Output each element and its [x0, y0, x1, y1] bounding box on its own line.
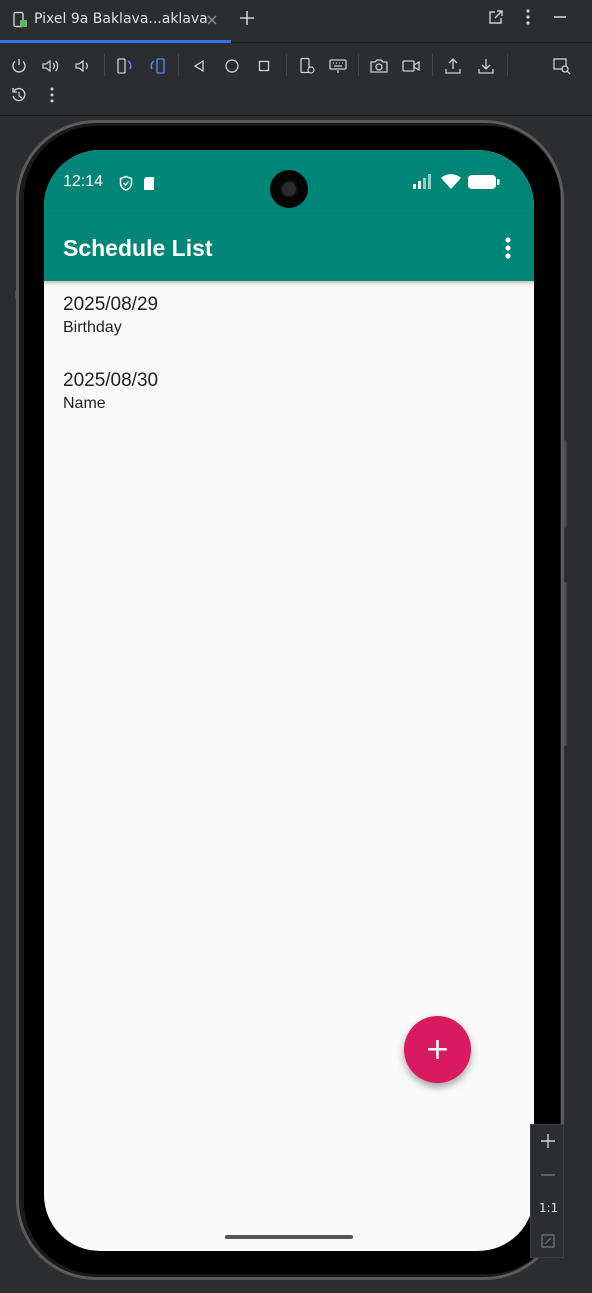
rotate-right-icon[interactable]: [146, 55, 168, 77]
status-time: 12:14: [63, 173, 104, 190]
toolbar-separator: [507, 54, 508, 76]
close-icon[interactable]: [203, 11, 221, 29]
minimize-icon[interactable]: [550, 7, 570, 27]
tab-title: Pixel 9a Baklava...aklava: [34, 11, 208, 27]
power-icon[interactable]: [8, 55, 30, 77]
status-bar: 12:14: [44, 150, 534, 214]
phone-screen[interactable]: 12:14 Schedule List 2025/08/29 Birthday …: [44, 150, 534, 1251]
toolbar-separator: [178, 54, 179, 76]
upload-icon[interactable]: [442, 55, 464, 77]
list-item[interactable]: 2025/08/30 Name: [63, 370, 158, 413]
front-camera: [270, 170, 308, 208]
home-icon[interactable]: [221, 55, 243, 77]
add-schedule-button[interactable]: +: [404, 1016, 471, 1083]
add-tab-icon[interactable]: [236, 7, 258, 29]
sd-card-icon: [142, 174, 156, 192]
device-icon: [10, 10, 30, 30]
more-vertical-icon[interactable]: [518, 7, 538, 27]
reset-icon[interactable]: [8, 84, 30, 106]
fit-screen-icon[interactable]: [538, 1231, 558, 1251]
inspect-icon[interactable]: [551, 55, 573, 77]
tab-device[interactable]: Pixel 9a Baklava...aklava: [0, 0, 231, 43]
record-icon[interactable]: [400, 55, 422, 77]
volume-down-icon[interactable]: [72, 55, 94, 77]
gesture-home-indicator[interactable]: [225, 1235, 353, 1239]
overview-icon[interactable]: [253, 55, 275, 77]
toolbar-separator: [358, 54, 359, 76]
list-item[interactable]: 2025/08/29 Birthday: [63, 294, 158, 337]
overflow-menu-icon[interactable]: [498, 235, 518, 261]
shield-icon: [117, 174, 135, 192]
back-icon[interactable]: [188, 55, 210, 77]
external-window-icon[interactable]: [486, 7, 506, 27]
app-bar: Schedule List: [44, 214, 534, 281]
zoom-reset-button[interactable]: 1:1: [539, 1201, 558, 1215]
tab-bar: Pixel 9a Baklava...aklava: [0, 0, 592, 43]
zoom-controls: 1:1: [530, 1124, 564, 1258]
device-settings-icon[interactable]: [296, 55, 318, 77]
zoom-out-icon[interactable]: [538, 1165, 558, 1185]
schedule-name: Name: [63, 395, 106, 412]
page-title: Schedule List: [63, 235, 213, 261]
zoom-in-icon[interactable]: [538, 1131, 558, 1151]
toolbar-separator: [432, 54, 433, 76]
download-icon[interactable]: [475, 55, 497, 77]
schedule-date: 2025/08/30: [63, 370, 159, 391]
toolbar-separator: [104, 54, 105, 76]
battery-icon: [468, 173, 500, 191]
schedule-name: Birthday: [63, 319, 122, 336]
rotate-left-icon[interactable]: [114, 55, 136, 77]
plus-icon: +: [424, 1031, 451, 1067]
screenshot-icon[interactable]: [368, 55, 390, 77]
toolbar-separator: [286, 54, 287, 76]
signal-icon: [412, 172, 434, 190]
wifi-icon: [440, 172, 462, 190]
schedule-date: 2025/08/29: [63, 294, 159, 315]
keyboard-icon[interactable]: [327, 55, 349, 77]
emulator-toolbar: [0, 43, 592, 116]
volume-up-icon[interactable]: [40, 55, 62, 77]
more-vertical-icon[interactable]: [42, 84, 62, 106]
